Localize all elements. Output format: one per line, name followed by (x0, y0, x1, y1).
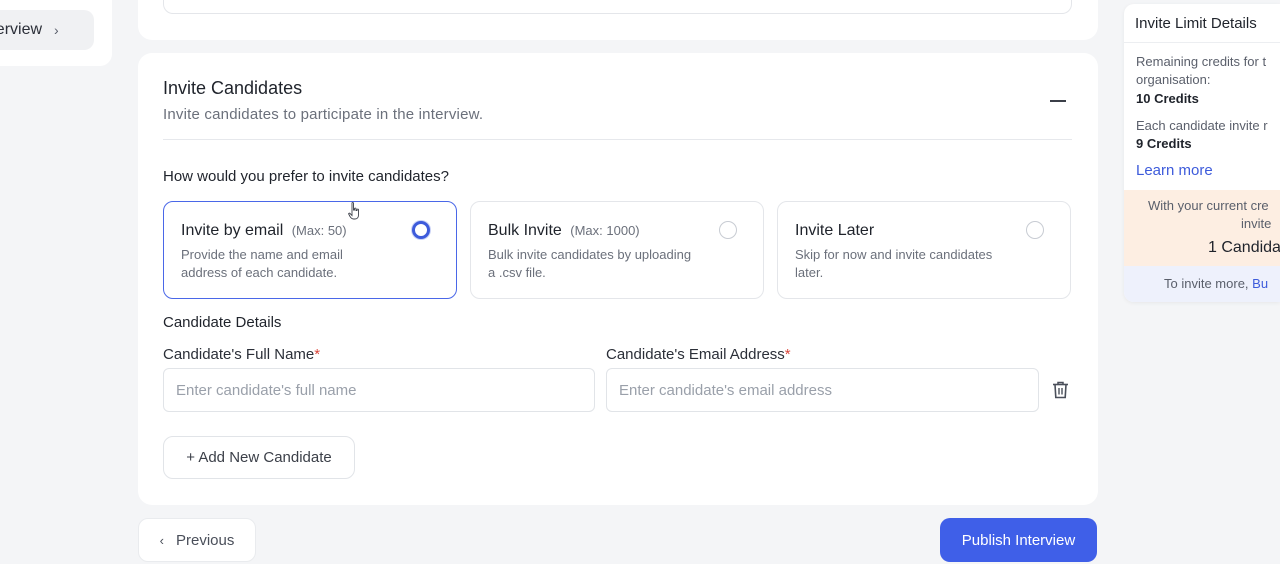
warning-line-1: With your current cre (1148, 198, 1269, 213)
option-max: (Max: 1000) (570, 223, 640, 238)
candidate-details-heading: Candidate Details (163, 314, 282, 331)
full-name-label: Candidate's Full Name* (163, 346, 320, 363)
option-description: Provide the name and email address of ea… (181, 247, 343, 280)
stepper-item-label: Interview (0, 21, 43, 38)
email-label: Candidate's Email Address* (606, 346, 791, 363)
option-invite-by-email[interactable]: Invite by email (Max: 50) Provide the na… (163, 201, 457, 299)
option-bulk-invite[interactable]: Bulk Invite (Max: 1000) Bulk invite cand… (470, 201, 764, 299)
required-mark: * (784, 346, 791, 363)
stepper-item-interview[interactable]: Interview › (0, 10, 94, 50)
hand-cursor-icon (348, 202, 359, 220)
option-max: (Max: 50) (291, 223, 347, 238)
previous-section-field (163, 0, 1072, 14)
required-mark: * (314, 346, 321, 363)
option-label: Bulk Invite (488, 222, 562, 239)
add-new-candidate-button[interactable]: + Add New Candidate (163, 436, 355, 479)
each-invite-value: 9 Credits (1136, 136, 1192, 151)
option-label-wrap: Invite Later (795, 222, 874, 240)
invite-more-text: To invite more, Bu (1164, 276, 1268, 291)
learn-more-link[interactable]: Learn more (1136, 162, 1213, 179)
email-label-text: Candidate's Email Address (606, 346, 785, 363)
option-label: Invite by email (181, 222, 284, 239)
option-label: Invite Later (795, 222, 875, 239)
section-divider (163, 139, 1072, 140)
invite-limit-panel: Invite Limit Details Remaining credits f… (1124, 4, 1280, 302)
option-label-wrap: Invite by email (Max: 50) (181, 222, 347, 240)
option-invite-later[interactable]: Invite Later Skip for now and invite can… (777, 201, 1071, 299)
option-description: Skip for now and invite candidates later… (795, 247, 993, 280)
previous-button[interactable]: ‹ Previous (138, 518, 256, 562)
option-label-wrap: Bulk Invite (Max: 1000) (488, 222, 640, 240)
panel-divider (1124, 42, 1280, 43)
chevron-right-icon: › (54, 22, 59, 38)
radio-button[interactable] (1026, 221, 1044, 239)
section-title: Invite Candidates (163, 78, 303, 98)
publish-interview-button[interactable]: Publish Interview (940, 518, 1097, 562)
full-name-input[interactable] (163, 368, 595, 412)
invite-more-label: To invite more, (1164, 276, 1249, 291)
warning-line-2: invite (1241, 216, 1272, 231)
option-description: Bulk invite candidates by uploading a .c… (488, 247, 692, 280)
remaining-label-2: organisation: (1136, 72, 1211, 87)
panel-title: Invite Limit Details (1135, 15, 1257, 32)
invite-method-question: How would you prefer to invite candidate… (163, 168, 449, 185)
full-name-label-text: Candidate's Full Name (163, 346, 315, 363)
section-subtitle: Invite candidates to participate in the … (163, 106, 484, 123)
chevron-left-icon: ‹ (159, 532, 164, 548)
email-input[interactable] (606, 368, 1039, 412)
radio-button[interactable] (719, 221, 737, 239)
remaining-label: Remaining credits for t (1136, 54, 1267, 69)
candidate-capacity: 1 Candida (1208, 239, 1280, 256)
buy-credits-link[interactable]: Bu (1252, 276, 1268, 291)
previous-button-label: Previous (175, 531, 235, 549)
radio-button[interactable] (412, 221, 430, 239)
each-invite-label: Each candidate invite r (1136, 118, 1268, 133)
collapse-icon[interactable] (1050, 100, 1066, 102)
trash-icon[interactable] (1052, 381, 1069, 399)
remaining-value: 10 Credits (1136, 91, 1199, 106)
